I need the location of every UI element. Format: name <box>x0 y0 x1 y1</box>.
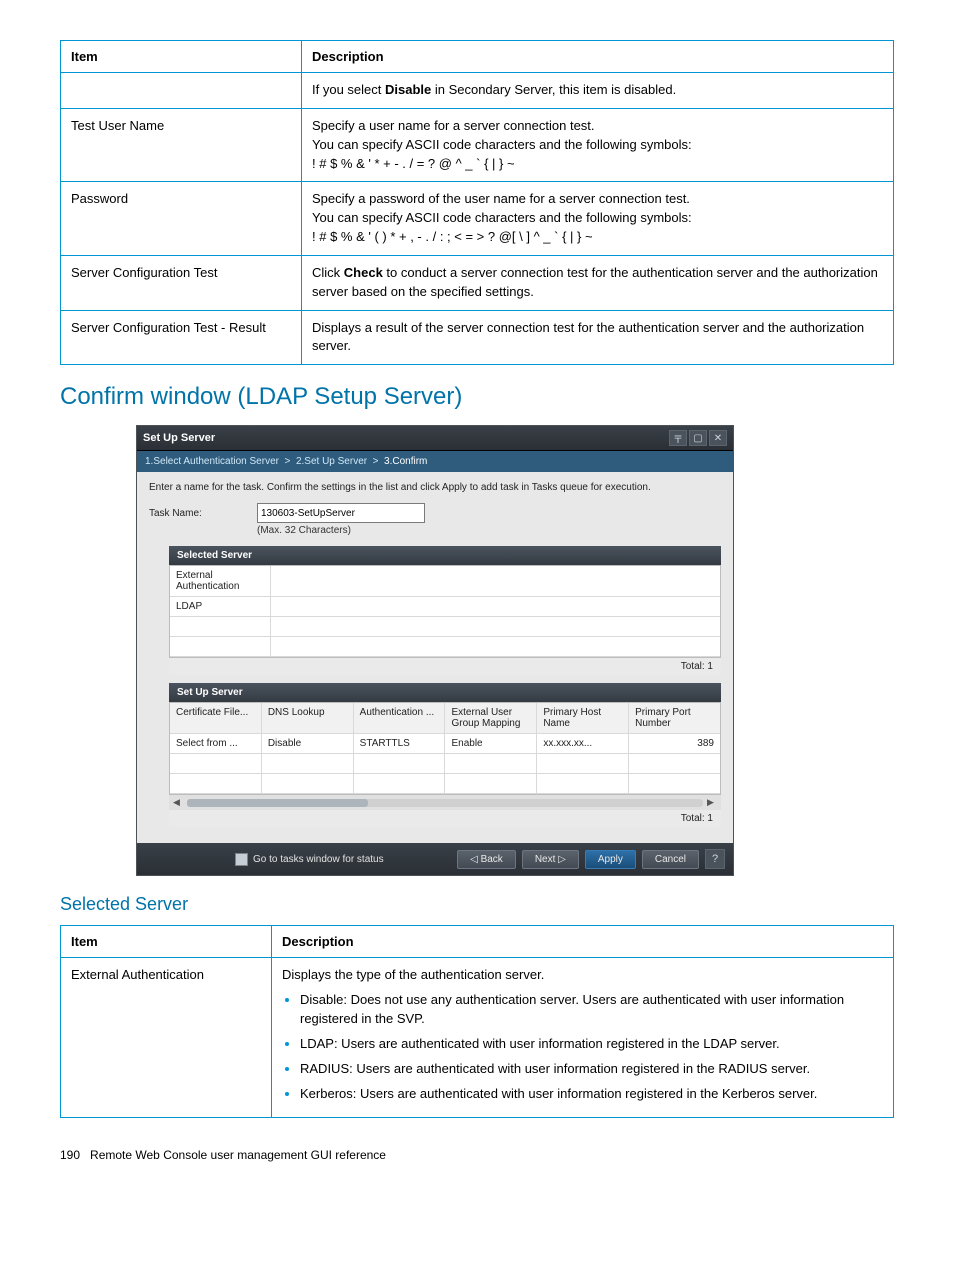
set-up-server-total: Total: 1 <box>169 810 721 827</box>
go-to-tasks-label: Go to tasks window for status <box>253 854 384 865</box>
scroll-right-icon[interactable]: ▶ <box>707 797 717 808</box>
table-row-item: External Authentication <box>61 958 272 1118</box>
help-icon[interactable]: ? <box>705 849 725 869</box>
table-row-item: Password <box>61 182 302 256</box>
next-button[interactable]: Next ▷ <box>522 850 579 869</box>
dialog-titlebar: Set Up Server 〒 ▢ ✕ <box>137 426 733 451</box>
col-description: Description <box>302 41 894 73</box>
dialog-title: Set Up Server <box>143 432 215 444</box>
scroll-left-icon[interactable]: ◀ <box>173 797 183 808</box>
go-to-tasks-checkbox[interactable]: Go to tasks window for status <box>235 853 384 866</box>
heading-selected-server: Selected Server <box>60 894 894 915</box>
table-row-item: Server Configuration Test - Result <box>61 310 302 365</box>
grid-data-cell: Disable <box>262 734 354 753</box>
selected-server-cell: External Authentication <box>170 566 271 596</box>
col-description: Description <box>272 926 894 958</box>
list-item: Disable: Does not use any authentication… <box>300 991 883 1029</box>
set-up-server-dialog: Set Up Server 〒 ▢ ✕ 1.Select Authenticat… <box>136 425 734 876</box>
back-button[interactable]: ◁ Back <box>457 850 516 869</box>
selected-server-total: Total: 1 <box>169 658 721 675</box>
dialog-instruction: Enter a name for the task. Confirm the s… <box>149 482 721 493</box>
grid-header-cell: DNS Lookup <box>262 703 354 733</box>
col-item: Item <box>61 41 302 73</box>
list-item: Kerberos: Users are authenticated with u… <box>300 1085 883 1104</box>
table-row-desc: Specify a user name for a server connect… <box>302 108 894 182</box>
step-2: 2.Set Up Server <box>296 456 367 467</box>
step-3: 3.Confirm <box>384 456 427 467</box>
table-row-desc: If you select Disable in Secondary Serve… <box>302 73 894 109</box>
task-name-label: Task Name: <box>149 508 239 519</box>
grid-header-cell: Certificate File... <box>170 703 262 733</box>
selected-server-header: Selected Server <box>169 546 721 565</box>
grid-header-cell: External User Group Mapping <box>445 703 537 733</box>
grid-data-cell: STARTTLS <box>354 734 446 753</box>
list-item: RADIUS: Users are authenticated with use… <box>300 1060 883 1079</box>
step-1: 1.Select Authentication Server <box>145 456 279 467</box>
grid-data-cell: Select from ... <box>170 734 262 753</box>
maximize-icon[interactable]: ▢ <box>689 430 707 446</box>
heading-confirm-window: Confirm window (LDAP Setup Server) <box>60 383 894 411</box>
grid-data-cell: Enable <box>445 734 537 753</box>
table-row-item <box>61 73 302 109</box>
grid-header-cell: Authentication ... <box>354 703 446 733</box>
task-name-hint: (Max. 32 Characters) <box>257 525 721 536</box>
table-row-desc: Specify a password of the user name for … <box>302 182 894 256</box>
col-item: Item <box>61 926 272 958</box>
table-row-item: Test User Name <box>61 108 302 182</box>
item-description-table-2: Item Description External Authentication… <box>60 925 894 1118</box>
grid-data-cell: 389 <box>629 734 720 753</box>
footer-text: Remote Web Console user management GUI r… <box>90 1148 386 1162</box>
item-description-table-1: Item Description If you select Disable i… <box>60 40 894 365</box>
selected-server-panel: Selected Server External Authentication … <box>169 546 721 675</box>
grid-data-cell: xx.xxx.xx... <box>537 734 629 753</box>
wizard-steps: 1.Select Authentication Server > 2.Set U… <box>137 451 733 472</box>
task-name-input[interactable] <box>257 503 425 523</box>
cancel-button[interactable]: Cancel <box>642 850 699 869</box>
apply-button[interactable]: Apply <box>585 850 636 869</box>
set-up-server-header: Set Up Server <box>169 683 721 702</box>
set-up-server-panel: Set Up Server Certificate File...DNS Loo… <box>169 683 721 827</box>
list-item: LDAP: Users are authenticated with user … <box>300 1035 883 1054</box>
grid-header-cell: Primary Port Number <box>629 703 720 733</box>
table-row-desc: Displays a result of the server connecti… <box>302 310 894 365</box>
grid-header-cell: Primary Host Name <box>537 703 629 733</box>
table-row-desc: Click Check to conduct a server connecti… <box>302 255 894 310</box>
table-row-item: Server Configuration Test <box>61 255 302 310</box>
filter-icon[interactable]: 〒 <box>669 430 687 446</box>
table-row-desc: Displays the type of the authentication … <box>272 958 894 1118</box>
selected-server-cell: LDAP <box>170 597 271 616</box>
close-icon[interactable]: ✕ <box>709 430 727 446</box>
page-number: 190 <box>60 1148 80 1162</box>
horizontal-scrollbar[interactable]: ◀ ▶ <box>169 795 721 810</box>
page-footer: 190 Remote Web Console user management G… <box>60 1148 894 1162</box>
